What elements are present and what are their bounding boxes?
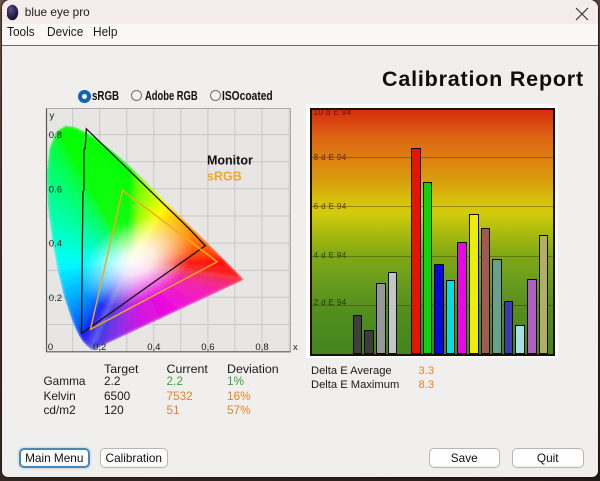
svg-text:0,2: 0,2 bbox=[93, 342, 106, 353]
svg-text:0.8: 0.8 bbox=[49, 130, 62, 141]
svg-text:sRGB: sRGB bbox=[207, 170, 242, 184]
svg-text:y: y bbox=[50, 111, 55, 122]
svg-text:0,4: 0,4 bbox=[147, 342, 160, 353]
svg-text:0.2: 0.2 bbox=[49, 293, 62, 304]
svg-text:0: 0 bbox=[48, 342, 53, 353]
svg-text:0,6: 0,6 bbox=[201, 342, 214, 353]
svg-text:0.6: 0.6 bbox=[49, 184, 62, 195]
svg-text:0,8: 0,8 bbox=[255, 342, 268, 353]
svg-text:x: x bbox=[293, 342, 298, 353]
svg-text:0.4: 0.4 bbox=[49, 239, 62, 250]
svg-text:Monitor: Monitor bbox=[207, 154, 253, 168]
